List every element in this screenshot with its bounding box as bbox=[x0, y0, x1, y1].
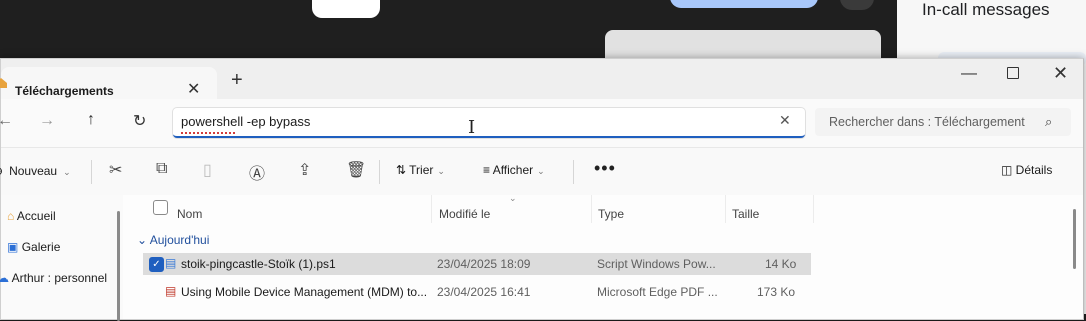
pdf-file-icon: ▤ bbox=[165, 284, 177, 298]
column-divider[interactable] bbox=[813, 195, 814, 223]
nav-item-onedrive[interactable]: ☁ Arthur : personnel bbox=[0, 271, 107, 285]
navigation-bar: ← → ↑ ↻ powershell -ep bypass ✕ I Recher… bbox=[0, 99, 1083, 147]
column-header-size[interactable]: Taille bbox=[732, 207, 759, 221]
sort-chevron-icon: ⌄ bbox=[509, 193, 517, 203]
details-label: Détails bbox=[1015, 163, 1053, 177]
view-label: Afficher bbox=[492, 163, 534, 177]
file-name: Using Mobile Device Management (MDM) to.… bbox=[181, 285, 428, 299]
paste-icon[interactable]: ▯ bbox=[203, 160, 212, 180]
close-window-icon[interactable]: ✕ bbox=[1053, 63, 1068, 84]
powershell-script-icon: ▤ bbox=[165, 256, 177, 270]
file-modified: 23/04/2025 16:41 bbox=[437, 285, 531, 299]
select-all-checkbox[interactable] bbox=[153, 200, 168, 215]
up-arrow-icon[interactable]: ↑ bbox=[87, 111, 95, 129]
more-options-button[interactable]: ••• bbox=[594, 158, 616, 179]
chevron-down-icon: ⌄ bbox=[537, 166, 545, 176]
tab-downloads[interactable]: Téléchargements ✕ bbox=[0, 67, 217, 99]
onedrive-cloud-icon: ☁ bbox=[0, 271, 9, 285]
delete-icon[interactable]: 🗑 bbox=[346, 160, 366, 180]
side-panel-title: In-call messages bbox=[922, 0, 1050, 19]
minimize-icon[interactable]: — bbox=[961, 65, 977, 83]
home-folder-icon bbox=[0, 78, 7, 88]
maximize-icon[interactable] bbox=[1007, 67, 1019, 79]
search-icon[interactable]: ⌕ bbox=[1045, 114, 1052, 130]
file-name: stoik-pingcastle-Stoïk (1).ps1 bbox=[181, 257, 336, 271]
sort-label: Trier bbox=[409, 163, 434, 177]
chevron-down-icon: ⌄ bbox=[137, 233, 148, 247]
sort-button[interactable]: ⇅ Trier ⌄ bbox=[396, 163, 445, 177]
address-bar[interactable]: powershell -ep bypass ✕ bbox=[173, 108, 805, 138]
table-row[interactable]: ✓ ▤ stoik-pingcastle-Stoïk (1).ps1 23/04… bbox=[143, 253, 811, 275]
row-checkbox[interactable]: ✓ bbox=[149, 257, 164, 272]
file-size: 173 Ko bbox=[757, 285, 796, 299]
column-header-name[interactable]: Nom bbox=[177, 207, 202, 221]
chevron-down-icon: ⌄ bbox=[63, 167, 71, 177]
new-label: Nouveau bbox=[9, 164, 58, 178]
divider bbox=[379, 160, 380, 184]
address-input-text[interactable]: powershell -ep bypass bbox=[181, 114, 310, 129]
back-arrow-icon[interactable]: ← bbox=[0, 112, 13, 130]
column-divider[interactable] bbox=[725, 195, 726, 223]
table-row[interactable]: ▤ Using Mobile Device Management (MDM) t… bbox=[143, 281, 811, 303]
meeting-control-button[interactable] bbox=[312, 0, 380, 18]
spellcheck-underline bbox=[181, 130, 235, 134]
cut-icon[interactable]: ✂ bbox=[109, 160, 122, 180]
add-tab-icon[interactable]: + bbox=[231, 69, 243, 92]
stop-presenting-button[interactable] bbox=[670, 0, 818, 8]
search-input[interactable]: Rechercher dans : Téléchargements bbox=[829, 115, 1025, 129]
nav-item-label: Arthur : personnel bbox=[11, 271, 108, 285]
close-tab-icon[interactable]: ✕ bbox=[187, 79, 200, 99]
share-icon[interactable]: ⇪ bbox=[298, 160, 311, 180]
nav-item-label: Galerie bbox=[21, 240, 61, 254]
group-label: Aujourd'hui bbox=[149, 233, 210, 247]
text-cursor-icon: I bbox=[468, 117, 476, 138]
rename-icon[interactable]: Ⓐ bbox=[249, 160, 265, 184]
view-button[interactable]: ≡ Afficher ⌄ bbox=[483, 163, 545, 177]
column-divider[interactable] bbox=[591, 195, 592, 223]
nav-item-label: Accueil bbox=[16, 209, 56, 223]
divider bbox=[91, 160, 92, 184]
new-button[interactable]: ⊕Nouveau⌄ bbox=[0, 164, 71, 178]
home-icon: ⌂ bbox=[7, 209, 15, 223]
nav-item-gallery[interactable]: ▣ Galerie bbox=[7, 240, 60, 254]
chevron-down-icon: ⌄ bbox=[437, 166, 445, 176]
divider bbox=[573, 160, 574, 184]
forward-arrow-icon[interactable]: → bbox=[39, 112, 55, 130]
file-type: Script Windows Pow... bbox=[597, 257, 716, 271]
navigation-pane: ⌂ Accueil ▣ Galerie ☁ Arthur : personnel bbox=[0, 195, 123, 319]
copy-icon[interactable]: ⧉ bbox=[156, 160, 167, 178]
nav-pane-scrollbar[interactable] bbox=[117, 211, 120, 321]
group-header-today[interactable]: ⌄ Aujourd'hui bbox=[137, 233, 209, 247]
details-pane-button[interactable]: ◫ Détails bbox=[1001, 163, 1052, 177]
search-box[interactable]: Rechercher dans : Téléchargements ⌕ bbox=[815, 108, 1071, 136]
gallery-icon: ▣ bbox=[7, 240, 19, 254]
tab-label: Téléchargements bbox=[15, 84, 114, 98]
column-divider[interactable] bbox=[431, 195, 432, 223]
column-header-type[interactable]: Type bbox=[598, 207, 624, 221]
nav-item-home[interactable]: ⌂ Accueil bbox=[7, 209, 56, 223]
clear-address-icon[interactable]: ✕ bbox=[779, 112, 791, 129]
file-type: Microsoft Edge PDF ... bbox=[597, 285, 718, 299]
title-bar: Téléchargements ✕ + — ✕ bbox=[0, 59, 1083, 99]
file-list-scrollbar[interactable] bbox=[1073, 209, 1076, 269]
file-modified: 23/04/2025 18:09 bbox=[437, 257, 531, 271]
file-explorer-window: Téléchargements ✕ + — ✕ ← → ↑ ↻ powershe… bbox=[0, 58, 1084, 321]
file-size: 14 Ko bbox=[765, 257, 797, 271]
refresh-icon[interactable]: ↻ bbox=[133, 111, 146, 131]
command-bar: ⊕Nouveau⌄ ✂ ⧉ ▯ Ⓐ ⇪ 🗑 ⇅ Trier⌄ ≡ Affiche… bbox=[0, 147, 1083, 197]
column-header-modified[interactable]: Modifié le bbox=[439, 207, 490, 221]
